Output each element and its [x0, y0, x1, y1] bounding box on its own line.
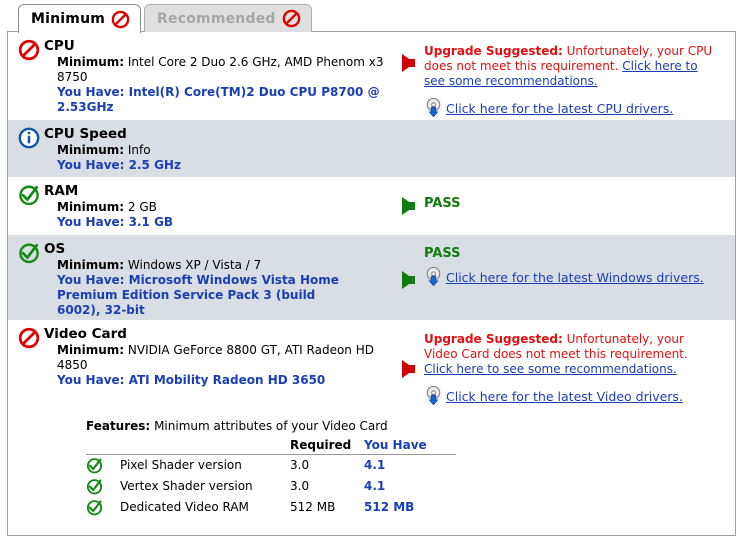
features-header-required: Required — [290, 438, 364, 455]
requirement-you-have: You Have: 2.5 GHz — [57, 158, 181, 172]
check-circle-icon — [86, 497, 120, 518]
requirement-row-os: OS Minimum: Windows XP / Vista / 7 You H… — [8, 235, 735, 320]
requirement-name: RAM — [44, 183, 79, 199]
feature-required: 3.0 — [290, 458, 310, 472]
table-row: Dedicated Video RAM 512 MB 512 MB — [86, 497, 456, 518]
disc-download-icon — [424, 98, 443, 118]
pass-status: PASS — [424, 196, 461, 211]
requirement-minimum: Minimum: NVIDIA GeForce 8800 GT, ATI Rad… — [44, 343, 377, 373]
requirement-status-cpu: Upgrade Suggested: Unfortunately, your C… — [392, 38, 735, 118]
driver-download-row: Click here for the latest CPU drivers. — [424, 98, 720, 118]
feature-required: 3.0 — [290, 479, 310, 493]
feature-you-have: 4.1 — [364, 458, 386, 472]
no-entry-icon — [111, 10, 130, 29]
minimum-label: Minimum: — [57, 55, 125, 69]
upgrade-label: Upgrade Suggested: — [424, 332, 563, 346]
feature-you-have: 512 MB — [364, 500, 415, 514]
tab-minimum-label: Minimum — [31, 11, 106, 27]
tab-recommended[interactable]: Recommended — [144, 4, 312, 32]
upgrade-message: Upgrade Suggested: Unfortunately, your C… — [424, 44, 720, 89]
minimum-label: Minimum: — [57, 258, 125, 272]
minimum-label: Minimum: — [57, 143, 125, 157]
minimum-value: 2 GB — [127, 200, 157, 214]
status-arrow-cell — [392, 195, 424, 215]
requirement-minimum: Minimum: 2 GB — [44, 200, 173, 215]
features-label: Features: — [86, 419, 151, 433]
requirement-row-cpu: CPU Minimum: Intel Core 2 Duo 2.6 GHz, A… — [8, 32, 735, 120]
driver-download-row: Click here for the latest Windows driver… — [424, 267, 704, 287]
status-arrow-cell — [392, 40, 424, 72]
requirement-status-ram: PASS — [392, 183, 735, 215]
table-row: Pixel Shader version 3.0 4.1 — [86, 455, 456, 477]
pass-status: PASS — [424, 246, 461, 261]
feature-you-have: 4.1 — [364, 479, 386, 493]
requirement-you-have: You Have: Intel(R) Core(TM)2 Duo CPU P87… — [57, 85, 380, 114]
tab-minimum[interactable]: Minimum — [18, 4, 142, 33]
requirements-panel: CPU Minimum: Intel Core 2 Duo 2.6 GHz, A… — [7, 31, 736, 536]
upgrade-message: Upgrade Suggested: Unfortunately, your V… — [424, 332, 720, 377]
info-icon — [18, 127, 44, 151]
video-card-features: Features: Minimum attributes of your Vid… — [8, 406, 735, 518]
disc-download-icon — [424, 267, 443, 287]
requirement-status-os: PASS Click here for the latest Windows d… — [392, 241, 735, 289]
requirement-name: CPU Speed — [44, 126, 127, 142]
requirement-info-os: OS Minimum: Windows XP / Vista / 7 You H… — [8, 241, 392, 318]
check-circle-icon — [18, 184, 44, 208]
requirement-you-have: You Have: ATI Mobility Radeon HD 3650 — [57, 373, 326, 387]
requirement-minimum: Minimum: Intel Core 2 Duo 2.6 GHz, AMD P… — [44, 55, 392, 85]
red-arrow-icon — [401, 54, 415, 72]
requirement-name: OS — [44, 241, 66, 257]
features-header-blank — [86, 438, 290, 455]
features-table: Required You Have Pixel Shader version 3… — [86, 438, 456, 518]
upgrade-label: Upgrade Suggested: — [424, 44, 563, 58]
requirement-info-cpu: CPU Minimum: Intel Core 2 Duo 2.6 GHz, A… — [8, 38, 392, 115]
red-arrow-icon — [401, 360, 415, 378]
disc-download-icon — [424, 386, 443, 406]
feature-name: Vertex Shader version — [120, 479, 253, 493]
driver-download-row: Click here for the latest Video drivers. — [424, 386, 720, 406]
requirement-row-cpu-speed: CPU Speed Minimum: Info You Have: 2.5 GH… — [8, 120, 735, 177]
requirement-name: Video Card — [44, 326, 127, 342]
requirement-status-video-card: Upgrade Suggested: Unfortunately, your V… — [392, 326, 735, 406]
minimum-value: Windows XP / Vista / 7 — [127, 258, 262, 272]
features-header-row: Required You Have — [86, 438, 456, 455]
windows-drivers-link[interactable]: Click here for the latest Windows driver… — [446, 270, 704, 285]
tab-bar: Minimum Recommended — [0, 0, 744, 33]
minimum-label: Minimum: — [57, 200, 125, 214]
requirement-row-ram: RAM Minimum: 2 GB You Have: 3.1 GB PASS — [8, 177, 735, 235]
features-caption: Features: Minimum attributes of your Vid… — [86, 418, 735, 434]
check-circle-icon — [18, 242, 44, 266]
features-caption-text: Minimum attributes of your Video Card — [154, 419, 388, 433]
features-header-you-have: You Have — [364, 438, 456, 455]
feature-required: 512 MB — [290, 500, 336, 514]
requirement-row-video-card: Video Card Minimum: NVIDIA GeForce 8800 … — [8, 320, 735, 406]
requirement-name: CPU — [44, 38, 75, 54]
status-arrow-cell — [392, 243, 424, 289]
requirement-info-ram: RAM Minimum: 2 GB You Have: 3.1 GB — [8, 183, 392, 230]
tab-recommended-label: Recommended — [157, 10, 276, 27]
no-entry-icon — [18, 327, 44, 351]
status-arrow-cell — [392, 328, 424, 378]
feature-name: Dedicated Video RAM — [120, 500, 249, 514]
requirement-status-cpu-speed — [392, 126, 735, 128]
green-arrow-icon — [401, 197, 415, 215]
video-drivers-link[interactable]: Click here for the latest Video drivers. — [446, 389, 683, 404]
requirement-minimum: Minimum: Windows XP / Vista / 7 — [44, 258, 357, 273]
green-arrow-icon — [401, 271, 415, 289]
no-entry-icon — [282, 9, 301, 28]
requirement-you-have: You Have: 3.1 GB — [57, 215, 174, 229]
minimum-value: Info — [127, 143, 151, 157]
table-row: Vertex Shader version 3.0 4.1 — [86, 476, 456, 497]
requirement-minimum: Minimum: Info — [44, 143, 181, 158]
feature-name: Pixel Shader version — [120, 458, 242, 472]
check-circle-icon — [86, 455, 120, 477]
no-entry-icon — [18, 39, 44, 63]
cpu-drivers-link[interactable]: Click here for the latest CPU drivers. — [446, 101, 673, 116]
requirement-you-have: You Have: Microsoft Windows Vista Home P… — [57, 273, 339, 317]
requirement-info-cpu-speed: CPU Speed Minimum: Info You Have: 2.5 GH… — [8, 126, 392, 173]
check-circle-icon — [86, 476, 120, 497]
recommendations-link[interactable]: Click here to see some recommendations. — [424, 362, 677, 376]
requirement-info-video-card: Video Card Minimum: NVIDIA GeForce 8800 … — [8, 326, 392, 388]
minimum-label: Minimum: — [57, 343, 125, 357]
